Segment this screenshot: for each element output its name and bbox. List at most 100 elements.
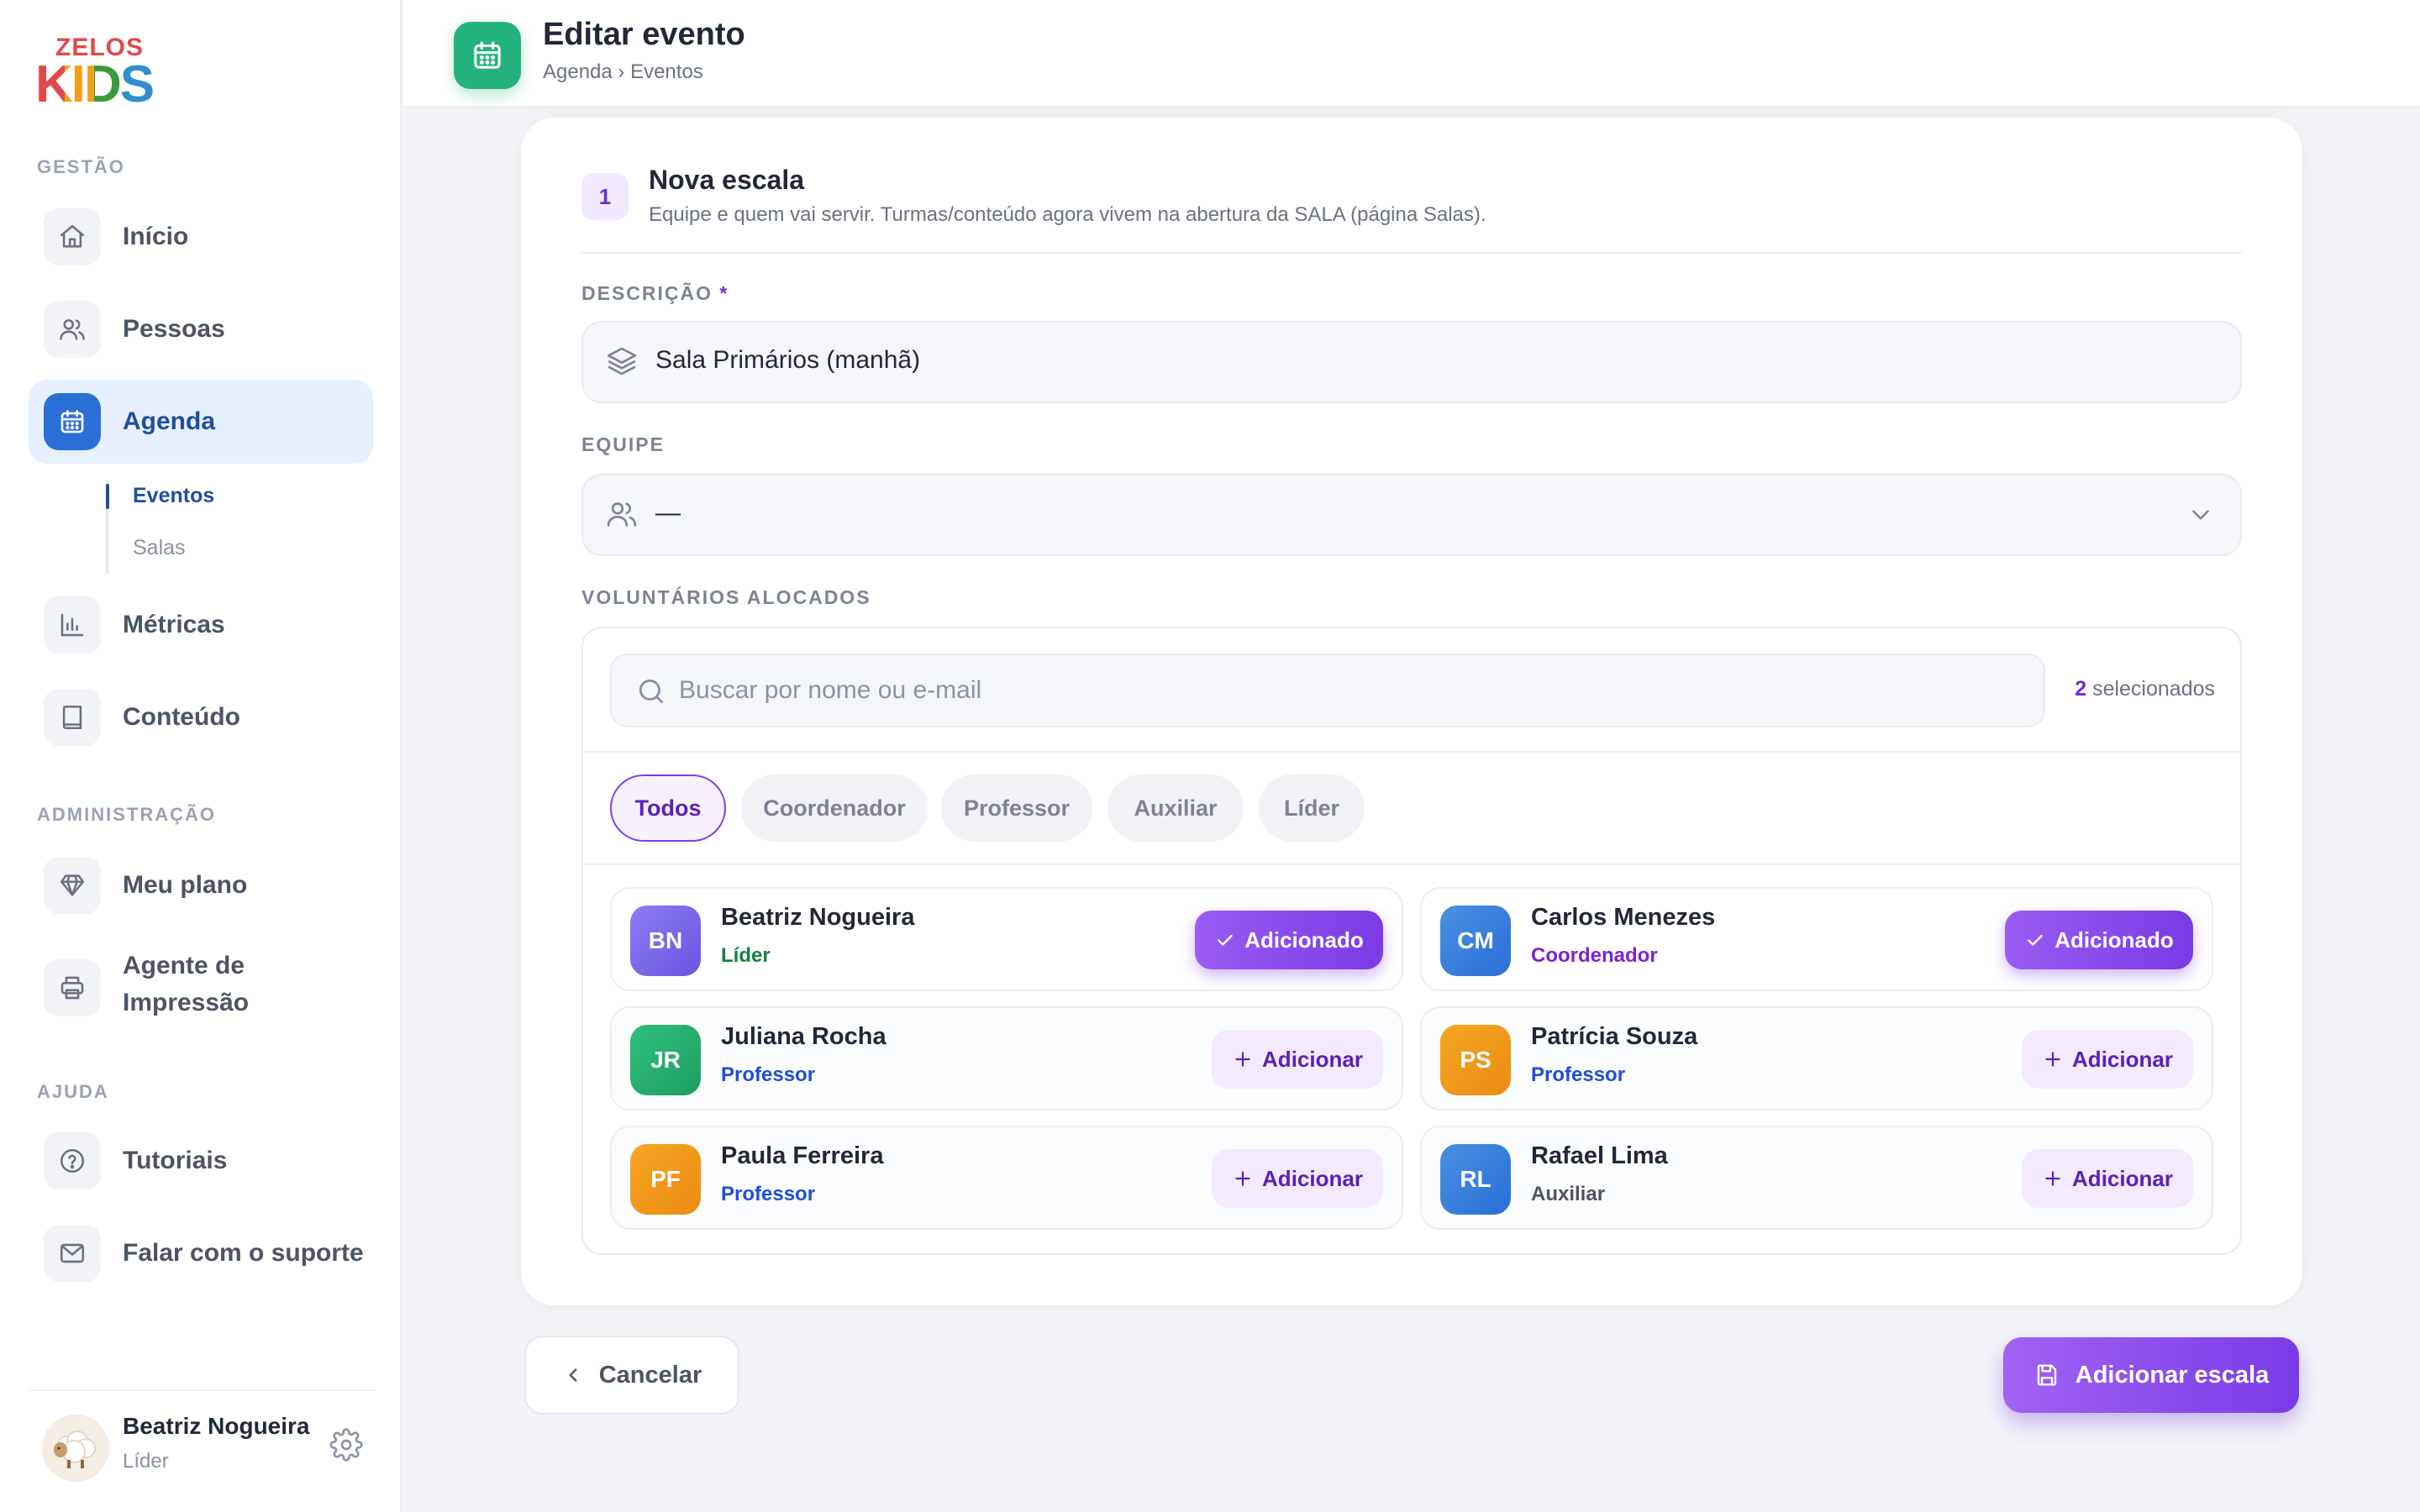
- sidebar-item-suporte[interactable]: Falar com o suporte: [29, 1211, 373, 1295]
- added-button-label: Adicionado: [2054, 927, 2174, 953]
- volunteer-card: RL Rafael Lima Auxiliar Adicionar: [1420, 1126, 2213, 1230]
- sidebar-item-label: Pessoas: [123, 315, 225, 343]
- add-button[interactable]: Adicionar: [1212, 1030, 1383, 1089]
- calendar-icon: [454, 22, 521, 89]
- check-icon: [1218, 934, 1233, 946]
- add-schedule-button-label: Adicionar escala: [2075, 1361, 2270, 1389]
- sidebar: ZELOS KIDS GESTÃO Início Pessoas Agenda …: [0, 0, 402, 1512]
- volunteer-card: JR Juliana Rocha Professor Adicionar: [610, 1006, 1403, 1110]
- sidebar-item-pessoas[interactable]: Pessoas: [29, 287, 373, 371]
- sidebar-item-tutoriais[interactable]: Tutoriais: [29, 1119, 373, 1203]
- printer-icon: [44, 959, 101, 1016]
- filter-chip-professor[interactable]: Professor: [941, 774, 1092, 842]
- brand-logo-line2: KIDS: [35, 57, 155, 113]
- equipe-label: EQUIPE: [581, 433, 665, 455]
- avatar: PS: [1440, 1025, 1511, 1095]
- filter-chip-lider[interactable]: Líder: [1259, 774, 1365, 842]
- add-button[interactable]: Adicionar: [1212, 1149, 1383, 1208]
- volunteer-card: CM Carlos Menezes Coordenador Adicionado: [1420, 887, 2213, 991]
- sidebar-item-metricas[interactable]: Métricas: [29, 583, 373, 667]
- filter-chip-todos[interactable]: Todos: [610, 774, 726, 842]
- filter-chip-auxiliar[interactable]: Auxiliar: [1107, 774, 1244, 842]
- added-button[interactable]: Adicionado: [1195, 911, 1383, 969]
- add-schedule-button[interactable]: Adicionar escala: [2003, 1337, 2299, 1413]
- divider: [581, 252, 2242, 254]
- avatar[interactable]: [42, 1415, 109, 1482]
- sidebar-subitem-eventos[interactable]: Eventos: [133, 484, 214, 508]
- volunteer-name: Patrícia Souza: [1531, 1023, 1698, 1050]
- add-button-label: Adicionar: [1262, 1165, 1363, 1191]
- volunteers-panel: 2 selecionados Todos Coordenador Profess…: [581, 627, 2242, 1255]
- sidebar-item-conteudo[interactable]: Conteúdo: [29, 675, 373, 759]
- section-label-ajuda: AJUDA: [37, 1081, 109, 1102]
- sheep-icon: [54, 1431, 96, 1468]
- descricao-label-text: DESCRIÇÃO: [581, 282, 713, 304]
- volunteer-role: Coordenador: [1531, 944, 1658, 967]
- add-button[interactable]: Adicionar: [2022, 1030, 2193, 1089]
- volunteer-name: Juliana Rocha: [721, 1023, 886, 1050]
- volunteer-card: PF Paula Ferreira Professor Adicionar: [610, 1126, 1403, 1230]
- check-icon: [2028, 934, 2043, 946]
- volunteer-name: Carlos Menezes: [1531, 904, 1716, 931]
- sidebar-item-inicio[interactable]: Início: [29, 195, 373, 279]
- volunteer-role: Professor: [721, 1183, 816, 1205]
- volunteer-role: Professor: [721, 1063, 816, 1086]
- sidebar-item-label: Agenda: [123, 407, 216, 435]
- plus-icon: [1235, 1052, 1250, 1067]
- sidebar-item-meu-plano[interactable]: Meu plano: [29, 843, 373, 927]
- form-card: 1 Nova escala Equipe e quem vai servir. …: [521, 118, 2302, 1305]
- cancel-button[interactable]: Cancelar: [524, 1336, 739, 1415]
- section-label-gestao: GESTÃO: [37, 156, 125, 177]
- avatar: BN: [630, 906, 701, 976]
- volunteer-name: Rafael Lima: [1531, 1142, 1668, 1169]
- selected-count-number: 2: [2075, 677, 2087, 701]
- filter-chip-coordenador[interactable]: Coordenador: [741, 774, 928, 842]
- required-mark: *: [719, 282, 729, 304]
- plus-icon: [1235, 1171, 1250, 1186]
- brand-logo[interactable]: ZELOS KIDS: [34, 34, 155, 114]
- sidebar-item-label: Métricas: [123, 611, 225, 638]
- cancel-button-label: Cancelar: [598, 1361, 702, 1389]
- equipe-value: —: [655, 499, 681, 527]
- avatar: PF: [630, 1144, 701, 1215]
- breadcrumb[interactable]: Agenda › Eventos: [543, 60, 703, 84]
- sidebar-item-agente-impressao[interactable]: Agente de Impressão: [29, 944, 373, 1032]
- avatar: CM: [1440, 906, 1511, 976]
- add-button[interactable]: Adicionar: [2022, 1149, 2193, 1208]
- added-button[interactable]: Adicionado: [2005, 911, 2193, 969]
- sidebar-item-label: Início: [123, 223, 189, 250]
- equipe-select[interactable]: —: [581, 474, 2242, 556]
- search-field[interactable]: [610, 654, 2045, 727]
- sidebar-item-agenda[interactable]: Agenda: [29, 380, 373, 464]
- calendar-icon: [44, 393, 101, 450]
- divider: [583, 751, 2240, 753]
- help-circle-icon: [44, 1132, 101, 1189]
- home-icon: [44, 208, 101, 265]
- page-header: Editar evento Agenda › Eventos: [403, 0, 2420, 108]
- volunteer-card: PS Patrícia Souza Professor Adicionar: [1420, 1006, 2213, 1110]
- layers-icon: [605, 344, 639, 378]
- sidebar-item-label: Tutoriais: [123, 1147, 228, 1174]
- page-title: Editar evento: [543, 17, 745, 52]
- gear-icon[interactable]: [329, 1428, 363, 1462]
- diamond-icon: [44, 857, 101, 914]
- user-name: Beatriz Nogueira: [123, 1413, 310, 1439]
- submenu-active-indicator: [106, 484, 109, 509]
- mail-icon: [44, 1225, 101, 1282]
- users-icon: [605, 497, 639, 531]
- plus-icon: [2045, 1171, 2060, 1186]
- sidebar-subitem-salas[interactable]: Salas: [133, 536, 186, 560]
- add-button-label: Adicionar: [1262, 1046, 1363, 1072]
- add-button-label: Adicionar: [2072, 1165, 2173, 1191]
- descricao-input[interactable]: Sala Primários (manhã): [581, 321, 2242, 403]
- descricao-value: Sala Primários (manhã): [655, 346, 921, 374]
- sidebar-item-label-line1: Agente de: [123, 952, 245, 979]
- section-label-administracao: ADMINISTRAÇÃO: [37, 804, 216, 825]
- search-input[interactable]: [679, 667, 2023, 714]
- volunteer-role: Auxiliar: [1531, 1183, 1606, 1205]
- add-button-label: Adicionar: [2072, 1046, 2173, 1072]
- step-title: Nova escala: [649, 165, 805, 195]
- selected-count: 2 selecionados: [2075, 677, 2215, 701]
- volunteer-role: Professor: [1531, 1063, 1626, 1086]
- volunteer-name: Beatriz Nogueira: [721, 904, 915, 931]
